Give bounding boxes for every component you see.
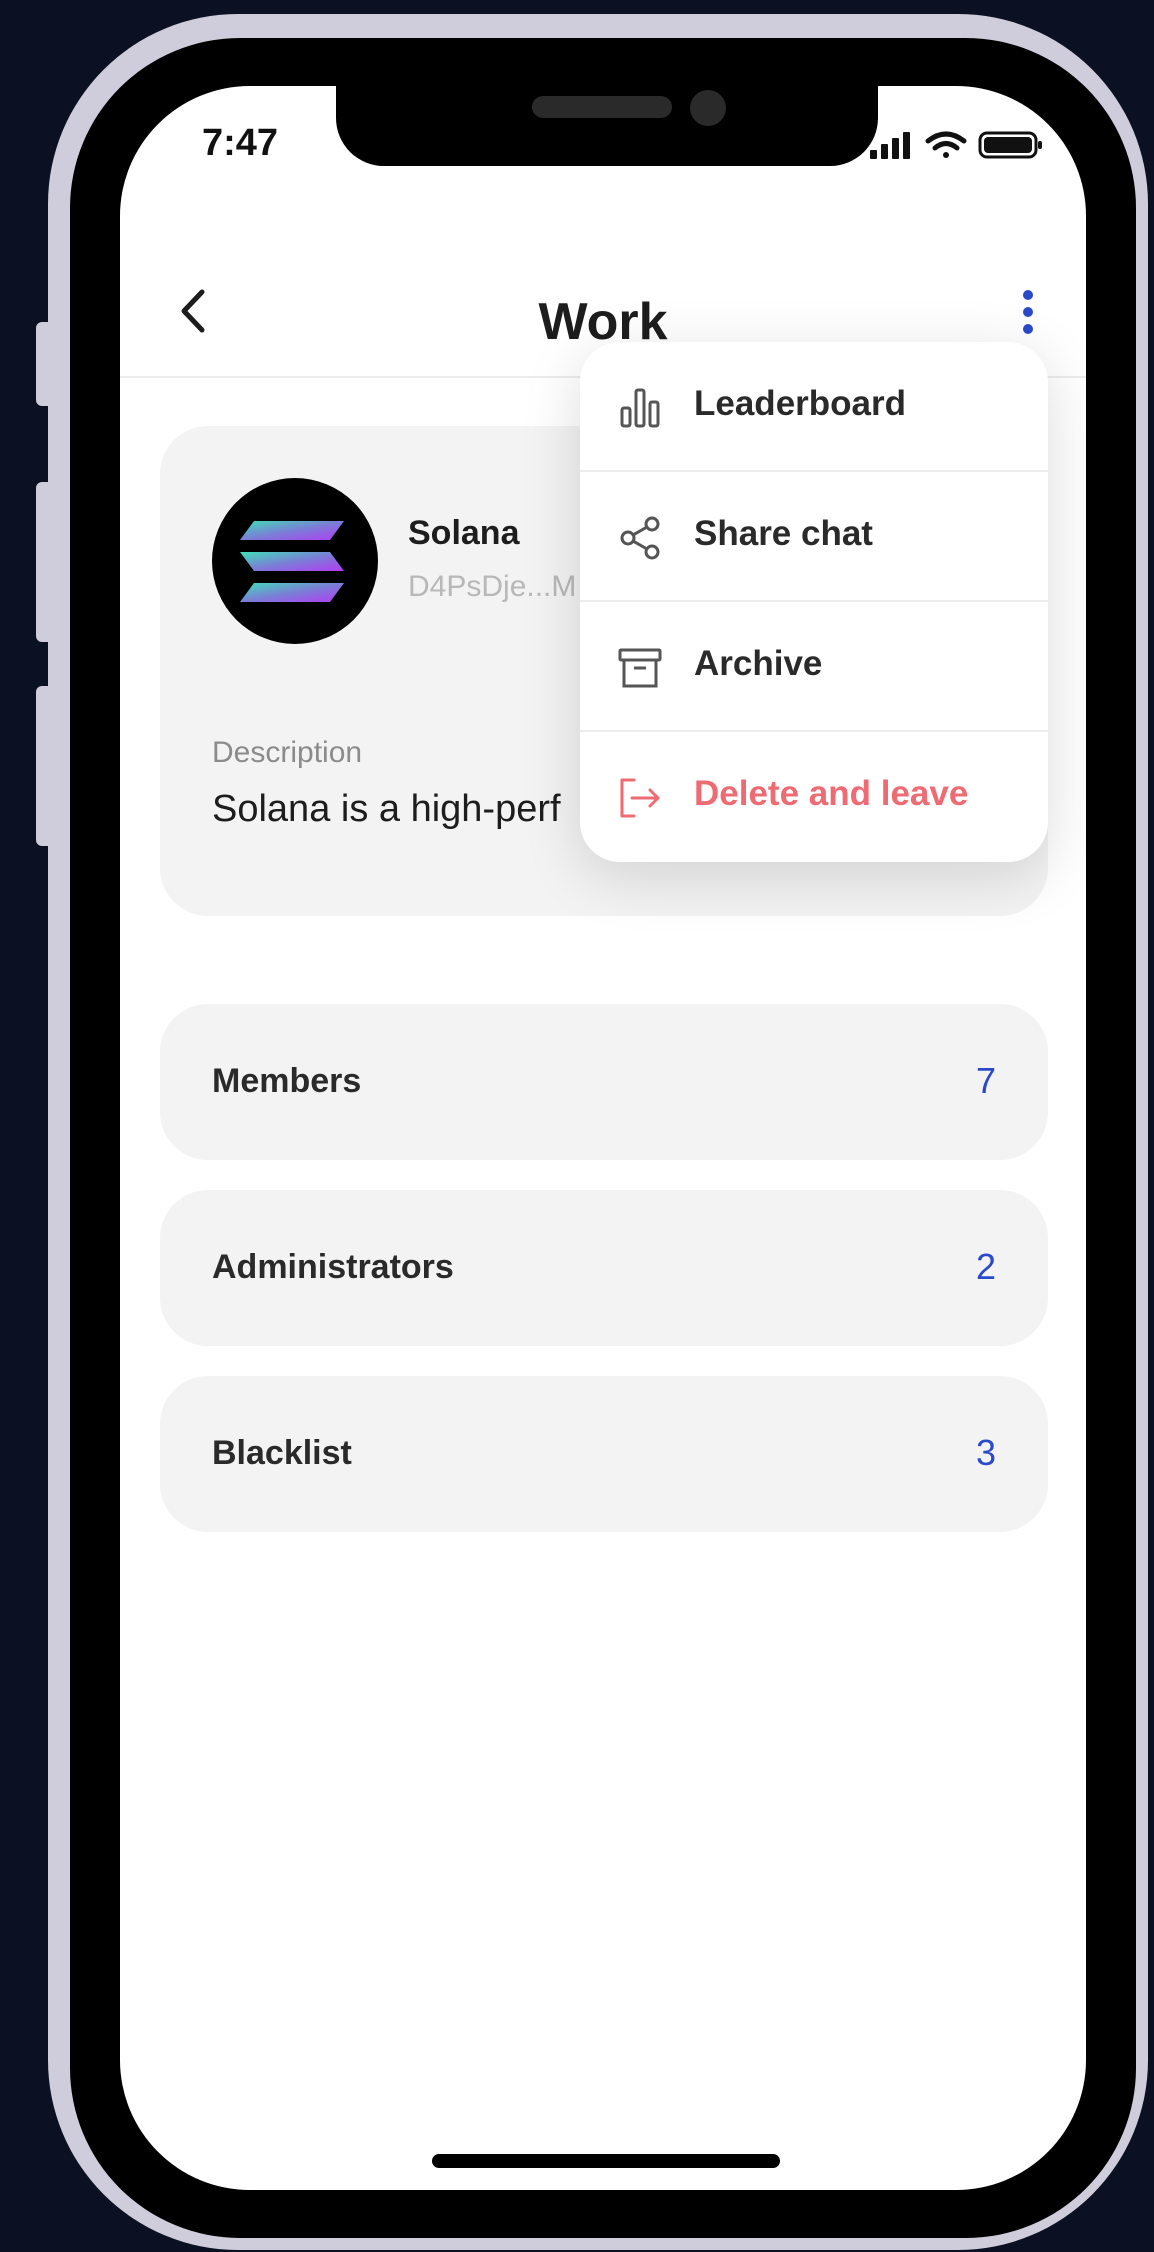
chat-avatar xyxy=(212,478,378,644)
members-count: 7 xyxy=(975,1060,996,1101)
members-label: Members xyxy=(212,1062,362,1100)
administrators-count: 2 xyxy=(975,1246,996,1287)
more-vertical-icon xyxy=(1023,290,1033,300)
options-menu: Leaderboard Share chat Archive Delete an… xyxy=(580,342,1048,862)
menu-item-delete-and-leave[interactable]: Delete and leave xyxy=(580,732,1048,860)
more-options-button[interactable] xyxy=(1008,282,1048,342)
bar-chart-icon xyxy=(620,388,660,428)
notch xyxy=(336,86,878,166)
share-icon xyxy=(620,516,660,560)
phone-screen: 7:47 Work Solana D4PsDje...M Description… xyxy=(120,86,1086,2190)
menu-item-label: Delete and leave xyxy=(694,774,969,813)
menu-item-label: Share chat xyxy=(694,514,873,553)
status-icons xyxy=(870,130,1050,160)
signal-icon xyxy=(870,132,910,159)
camera xyxy=(690,90,726,126)
logout-icon xyxy=(620,778,660,818)
archive-icon xyxy=(618,648,662,688)
volume-up-button xyxy=(36,482,54,642)
menu-item-leaderboard[interactable]: Leaderboard xyxy=(580,342,1048,470)
menu-item-label: Archive xyxy=(694,644,823,683)
members-row[interactable]: Members 7 xyxy=(160,1004,1048,1160)
description-text: Solana is a high-perf xyxy=(212,788,561,830)
description-label: Description xyxy=(212,736,363,769)
wifi-icon xyxy=(925,131,967,158)
administrators-row[interactable]: Administrators 2 xyxy=(160,1190,1048,1346)
more-dot xyxy=(1023,324,1033,334)
volume-down-button xyxy=(36,686,54,846)
more-dot xyxy=(1023,307,1033,317)
status-time: 7:47 xyxy=(202,122,279,164)
chat-name: Solana xyxy=(408,514,520,552)
administrators-label: Administrators xyxy=(212,1248,454,1286)
blacklist-label: Blacklist xyxy=(212,1434,352,1472)
menu-item-label: Leaderboard xyxy=(694,384,906,423)
chat-address[interactable]: D4PsDje...M xyxy=(408,570,576,604)
mute-switch xyxy=(36,322,54,406)
speaker xyxy=(532,96,672,118)
menu-item-archive[interactable]: Archive xyxy=(580,602,1048,730)
menu-item-share-chat[interactable]: Share chat xyxy=(580,472,1048,600)
blacklist-count: 3 xyxy=(975,1432,996,1473)
battery-icon xyxy=(978,131,1042,159)
home-indicator[interactable] xyxy=(432,2154,780,2168)
blacklist-row[interactable]: Blacklist 3 xyxy=(160,1376,1048,1532)
solana-logo-icon xyxy=(240,521,344,602)
